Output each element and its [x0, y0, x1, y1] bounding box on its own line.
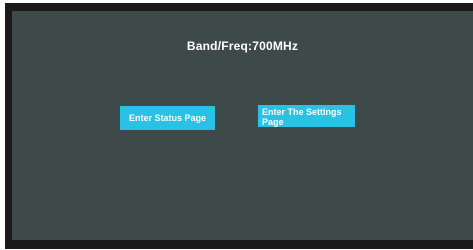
- band-frequency-title: Band/Freq:700MHz: [186, 39, 299, 53]
- enter-settings-page-button[interactable]: Enter The Settings Page: [258, 105, 355, 127]
- settings-button-label-line1: Enter The Settings: [262, 107, 342, 117]
- main-screen: Band/Freq:700MHz Enter Status Page Enter…: [12, 11, 473, 240]
- enter-status-page-button[interactable]: Enter Status Page: [120, 106, 215, 130]
- settings-button-label-line2: Page: [262, 117, 284, 127]
- status-button-label: Enter Status Page: [128, 113, 207, 123]
